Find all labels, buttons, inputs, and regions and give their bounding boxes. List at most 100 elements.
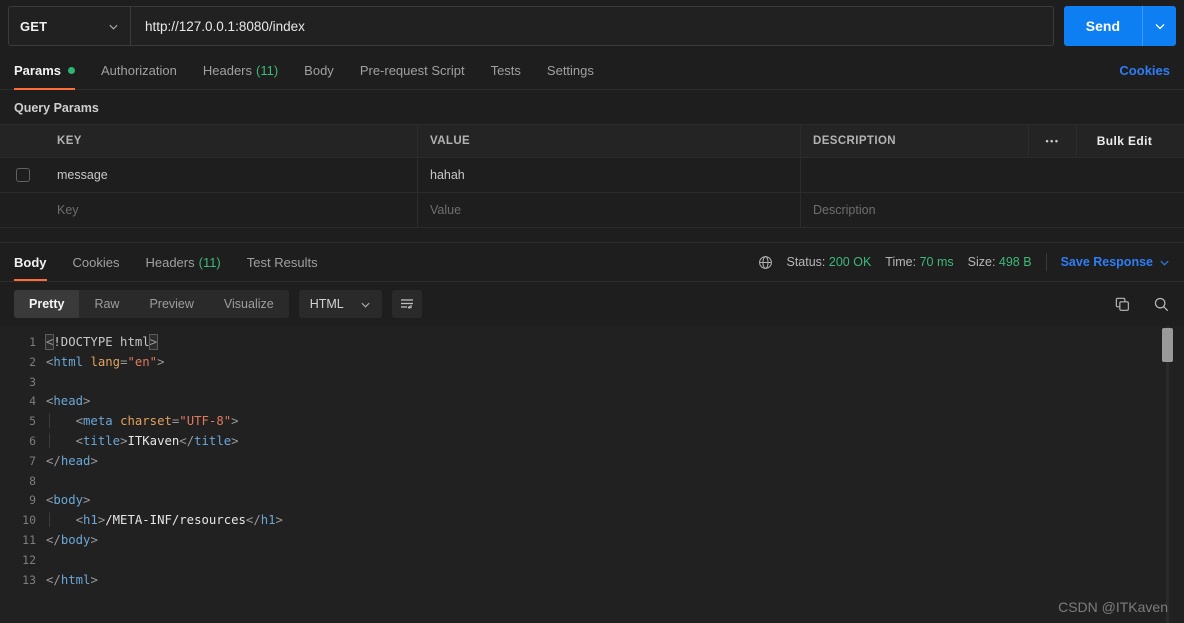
bulk-edit-button[interactable]: Bulk Edit <box>1076 125 1172 157</box>
query-params-table: KEY VALUE DESCRIPTION ••• Bulk Edit mess… <box>0 124 1184 228</box>
response-body-toolbar: Pretty Raw Preview Visualize HTML <box>0 282 1184 326</box>
row-enable-checkbox[interactable] <box>15 168 30 182</box>
tab-params-label: Params <box>14 63 61 78</box>
copy-icon[interactable] <box>1114 296 1131 313</box>
tab-body[interactable]: Body <box>304 52 334 90</box>
code-content[interactable]: <!DOCTYPE html> <html lang="en"> <head> │ … <box>44 333 1184 590</box>
params-modified-dot-icon <box>67 67 75 74</box>
request-url-bar: GET http://127.0.0.1:8080/index Send <box>0 0 1184 52</box>
line-number: 2 <box>29 354 36 369</box>
tab-settings[interactable]: Settings <box>547 52 594 90</box>
search-icon[interactable] <box>1153 296 1170 313</box>
response-tab-headers-count: (11) <box>198 254 221 270</box>
tab-tests-label: Tests <box>490 63 521 78</box>
tab-settings-label: Settings <box>546 63 594 78</box>
cookies-link[interactable]: Cookies <box>1119 63 1170 78</box>
line-number: 7 <box>29 453 36 468</box>
status-badge: Status: 200 OK <box>787 255 872 269</box>
vertical-divider <box>1045 253 1047 271</box>
word-wrap-icon <box>399 296 415 312</box>
more-options-icon[interactable]: ••• <box>1028 125 1076 157</box>
url-input[interactable]: http://127.0.0.1:8080/index <box>130 6 1054 46</box>
new-value-input[interactable]: Value <box>418 193 801 227</box>
table-row-placeholder[interactable]: Key Value Description <box>0 193 1184 228</box>
time-label: Time: <box>885 255 917 269</box>
line-number: 5 <box>29 414 36 429</box>
code-scrollbar[interactable] <box>1162 326 1173 623</box>
line-number: 6 <box>29 433 36 448</box>
response-tab-headers-label: Headers <box>145 254 195 270</box>
response-tab-cookies-label: Cookies <box>72 254 120 270</box>
row-checkbox-cell-empty <box>0 193 45 227</box>
code-line: │ <title>ITKaven</title> <box>46 433 239 448</box>
new-key-input[interactable]: Key <box>45 193 418 227</box>
http-method-select[interactable]: GET <box>8 6 130 46</box>
tab-pre-request-script[interactable]: Pre-request Script <box>360 52 465 90</box>
line-number: 3 <box>29 374 36 389</box>
word-wrap-button[interactable] <box>391 290 422 318</box>
line-number: 11 <box>22 532 36 547</box>
chevron-down-icon <box>108 21 119 32</box>
status-label: Status: <box>786 255 826 269</box>
globe-icon <box>758 255 773 270</box>
new-key-placeholder: Key <box>57 203 79 217</box>
response-tab-headers[interactable]: Headers (11) <box>145 243 220 281</box>
view-mode-visualize[interactable]: Visualize <box>209 290 289 318</box>
row-description-cell[interactable] <box>801 158 1184 192</box>
size-value: 498 B <box>998 255 1032 269</box>
response-tabs-bar: Body Cookies Headers (11) Test Results S… <box>0 242 1184 282</box>
chevron-down-icon <box>360 299 371 310</box>
code-editor: 1 2 3 4 5 6 7 8 9 10 11 12 13 <!DOCTYPE html> <html l… <box>0 326 1184 590</box>
response-tab-body[interactable]: Body <box>14 243 47 281</box>
tab-headers-count: (11) <box>256 63 279 78</box>
time-badge: Time: 70 ms <box>885 255 953 269</box>
response-body-viewer[interactable]: 1 2 3 4 5 6 7 8 9 10 11 12 13 <!DOCTYPE html> <html l… <box>0 326 1184 623</box>
view-mode-group: Pretty Raw Preview Visualize <box>14 290 289 318</box>
response-tab-test-results[interactable]: Test Results <box>247 243 318 281</box>
time-value: 70 ms <box>919 255 954 269</box>
save-response-button[interactable]: Save Response <box>1061 255 1170 269</box>
view-mode-preview[interactable]: Preview <box>134 290 208 318</box>
response-format-select[interactable]: HTML <box>298 290 382 318</box>
save-response-label: Save Response <box>1060 255 1153 269</box>
line-number: 13 <box>22 572 36 587</box>
new-value-placeholder: Value <box>430 203 462 217</box>
tab-headers-label: Headers <box>202 63 253 78</box>
header-description: DESCRIPTION ••• Bulk Edit <box>801 125 1184 157</box>
response-format-label: HTML <box>309 297 344 311</box>
chevron-down-icon <box>1154 20 1166 32</box>
header-checkbox-cell <box>0 125 45 157</box>
response-tab-test-results-label: Test Results <box>246 254 318 270</box>
row-key-cell[interactable]: message <box>45 158 418 192</box>
http-method-label: GET <box>20 18 48 34</box>
response-tab-body-label: Body <box>14 254 47 270</box>
new-description-input[interactable]: Description <box>801 193 1184 227</box>
row-value-value: hahah <box>430 168 465 182</box>
code-line: <body> <box>46 493 91 508</box>
tab-params[interactable]: Params <box>14 52 75 90</box>
view-mode-pretty[interactable]: Pretty <box>14 290 80 318</box>
view-mode-raw[interactable]: Raw <box>79 290 134 318</box>
header-description-label: DESCRIPTION <box>813 135 896 147</box>
row-value-cell[interactable]: hahah <box>418 158 801 192</box>
scrollbar-thumb[interactable] <box>1162 328 1173 362</box>
scrollbar-track <box>1166 326 1169 623</box>
tab-authorization[interactable]: Authorization <box>101 52 177 90</box>
send-options-caret[interactable] <box>1142 6 1176 46</box>
query-params-title: Query Params <box>14 101 99 115</box>
response-tab-cookies[interactable]: Cookies <box>73 243 120 281</box>
url-text: http://127.0.0.1:8080/index <box>145 18 305 34</box>
line-number: 12 <box>22 552 36 567</box>
line-number: 9 <box>29 493 36 508</box>
status-value: 200 OK <box>828 255 872 269</box>
header-key: KEY <box>45 125 418 157</box>
tab-tests[interactable]: Tests <box>491 52 521 90</box>
code-line: </head> <box>46 453 98 468</box>
tab-headers[interactable]: Headers (11) <box>203 52 278 90</box>
row-checkbox-cell <box>0 158 45 192</box>
table-row[interactable]: message hahah <box>0 158 1184 193</box>
send-button[interactable]: Send <box>1063 6 1142 46</box>
code-line: </html> <box>46 572 98 587</box>
